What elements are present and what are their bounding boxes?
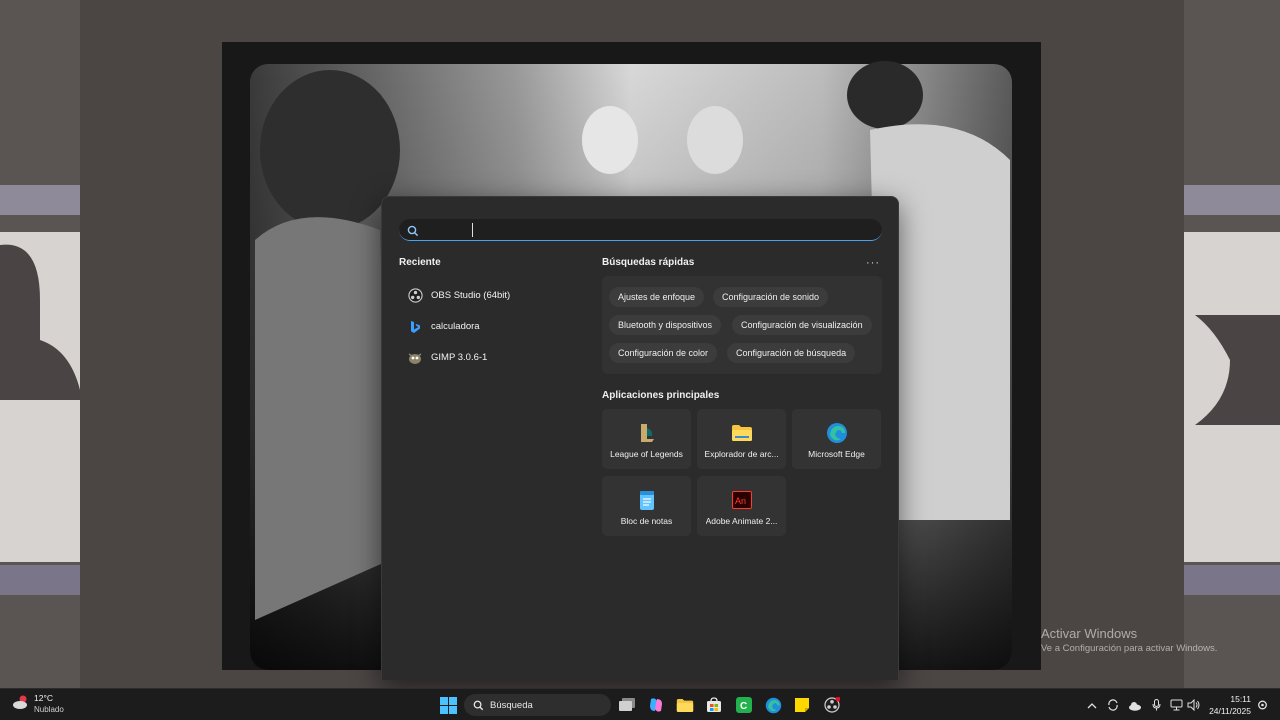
recent-item-obs[interactable]: OBS Studio (64bit)	[399, 280, 589, 311]
quick-searches-title: Búsquedas rápidas	[602, 257, 695, 268]
taskbar-search-label: Búsqueda	[490, 699, 533, 711]
app-tile-label: Bloc de notas	[620, 516, 673, 526]
activate-windows-watermark: Activar Windows Ve a Configuración para …	[1041, 626, 1217, 654]
obs-icon	[407, 288, 423, 304]
sticky-notes-icon[interactable]	[792, 695, 812, 715]
taskbar-search-box[interactable]: Búsqueda	[464, 694, 611, 716]
recent-item-label: calculadora	[431, 321, 480, 332]
watermark-subtitle: Ve a Configuración para activar Windows.	[1041, 643, 1218, 654]
text-caret	[472, 223, 473, 237]
taskbar-search-icon	[473, 700, 484, 711]
recent-item-calculadora[interactable]: calculadora	[399, 311, 589, 342]
microphone-icon[interactable]	[1152, 698, 1161, 716]
folder-icon	[731, 422, 753, 444]
notification-settings-icon[interactable]	[1257, 698, 1268, 716]
quick-searches-panel: Ajustes de enfoque Configuración de soni…	[602, 276, 882, 374]
app-tile-label: Explorador de arc...	[704, 449, 779, 459]
league-of-legends-icon	[636, 422, 658, 444]
copilot-icon[interactable]	[646, 695, 666, 715]
recent-item-gimp[interactable]: GIMP 3.0.6-1	[399, 342, 589, 373]
quick-search-chip[interactable]: Configuración de visualización	[732, 315, 872, 335]
app-tile-microsoft-edge[interactable]: Microsoft Edge	[792, 409, 881, 469]
gimp-icon	[407, 350, 423, 366]
recent-item-label: OBS Studio (64bit)	[431, 290, 511, 301]
weather-condition: Nublado	[34, 705, 64, 714]
edge-icon	[826, 422, 848, 444]
svg-text:An: An	[735, 496, 746, 506]
taskbar-clock[interactable]: 15:11 24/11/2025	[1205, 693, 1251, 717]
app-tile-label: Microsoft Edge	[808, 449, 865, 459]
file-explorer-icon[interactable]	[675, 695, 695, 715]
more-options-button[interactable]: ···	[866, 257, 880, 269]
camtasia-icon[interactable]: C	[734, 695, 754, 715]
app-tile-adobe-animate[interactable]: An Adobe Animate 2...	[697, 476, 786, 536]
watermark-title: Activar Windows	[1041, 626, 1138, 641]
quick-search-chip[interactable]: Configuración de búsqueda	[727, 343, 856, 363]
quick-search-chip[interactable]: Configuración de sonido	[713, 287, 829, 307]
search-flyout: Reciente OBS Studio (64bit) calculadora …	[381, 196, 899, 680]
search-input[interactable]	[399, 219, 882, 241]
onedrive-cloud-icon[interactable]	[1128, 698, 1142, 716]
app-tile-label: Adobe Animate 2...	[705, 516, 778, 526]
app-tile-notepad[interactable]: Bloc de notas	[602, 476, 691, 536]
adobe-animate-icon: An	[731, 489, 753, 511]
search-icon	[407, 224, 419, 242]
app-tile-league-of-legends[interactable]: League of Legends	[602, 409, 691, 469]
taskbar: 12°C Nublado Búsqueda C 15:11 24/11/2025	[0, 688, 1280, 720]
weather-widget[interactable]: 12°C Nublado	[12, 693, 64, 715]
sync-icon[interactable]	[1107, 698, 1119, 716]
task-view-icon[interactable]	[617, 695, 637, 715]
clock-date: 24/11/2025	[1209, 706, 1251, 716]
svg-text:C: C	[740, 701, 747, 712]
quick-search-chip[interactable]: Bluetooth y dispositivos	[609, 315, 722, 335]
volume-icon[interactable]	[1187, 698, 1200, 716]
notepad-icon	[636, 489, 658, 511]
recent-list: OBS Studio (64bit) calculadora GIMP 3.0.…	[399, 280, 589, 373]
network-icon[interactable]	[1170, 698, 1183, 716]
chevron-up-icon[interactable]	[1087, 698, 1097, 716]
cloud-icon	[12, 694, 30, 715]
clock-time: 15:11	[1230, 694, 1251, 704]
windows-start-icon[interactable]	[438, 695, 458, 715]
app-tile-file-explorer[interactable]: Explorador de arc...	[697, 409, 786, 469]
recent-item-label: GIMP 3.0.6-1	[431, 352, 488, 363]
weather-temperature: 12°C	[34, 693, 53, 703]
store-icon[interactable]	[704, 695, 724, 715]
top-apps-title: Aplicaciones principales	[602, 390, 720, 401]
quick-search-chip[interactable]: Ajustes de enfoque	[609, 287, 705, 307]
obs-icon[interactable]	[822, 695, 842, 715]
recent-title: Reciente	[399, 257, 441, 268]
app-tile-label: League of Legends	[610, 449, 683, 459]
bing-icon	[407, 319, 423, 335]
edge-icon[interactable]	[763, 695, 783, 715]
quick-search-chip[interactable]: Configuración de color	[609, 343, 718, 363]
